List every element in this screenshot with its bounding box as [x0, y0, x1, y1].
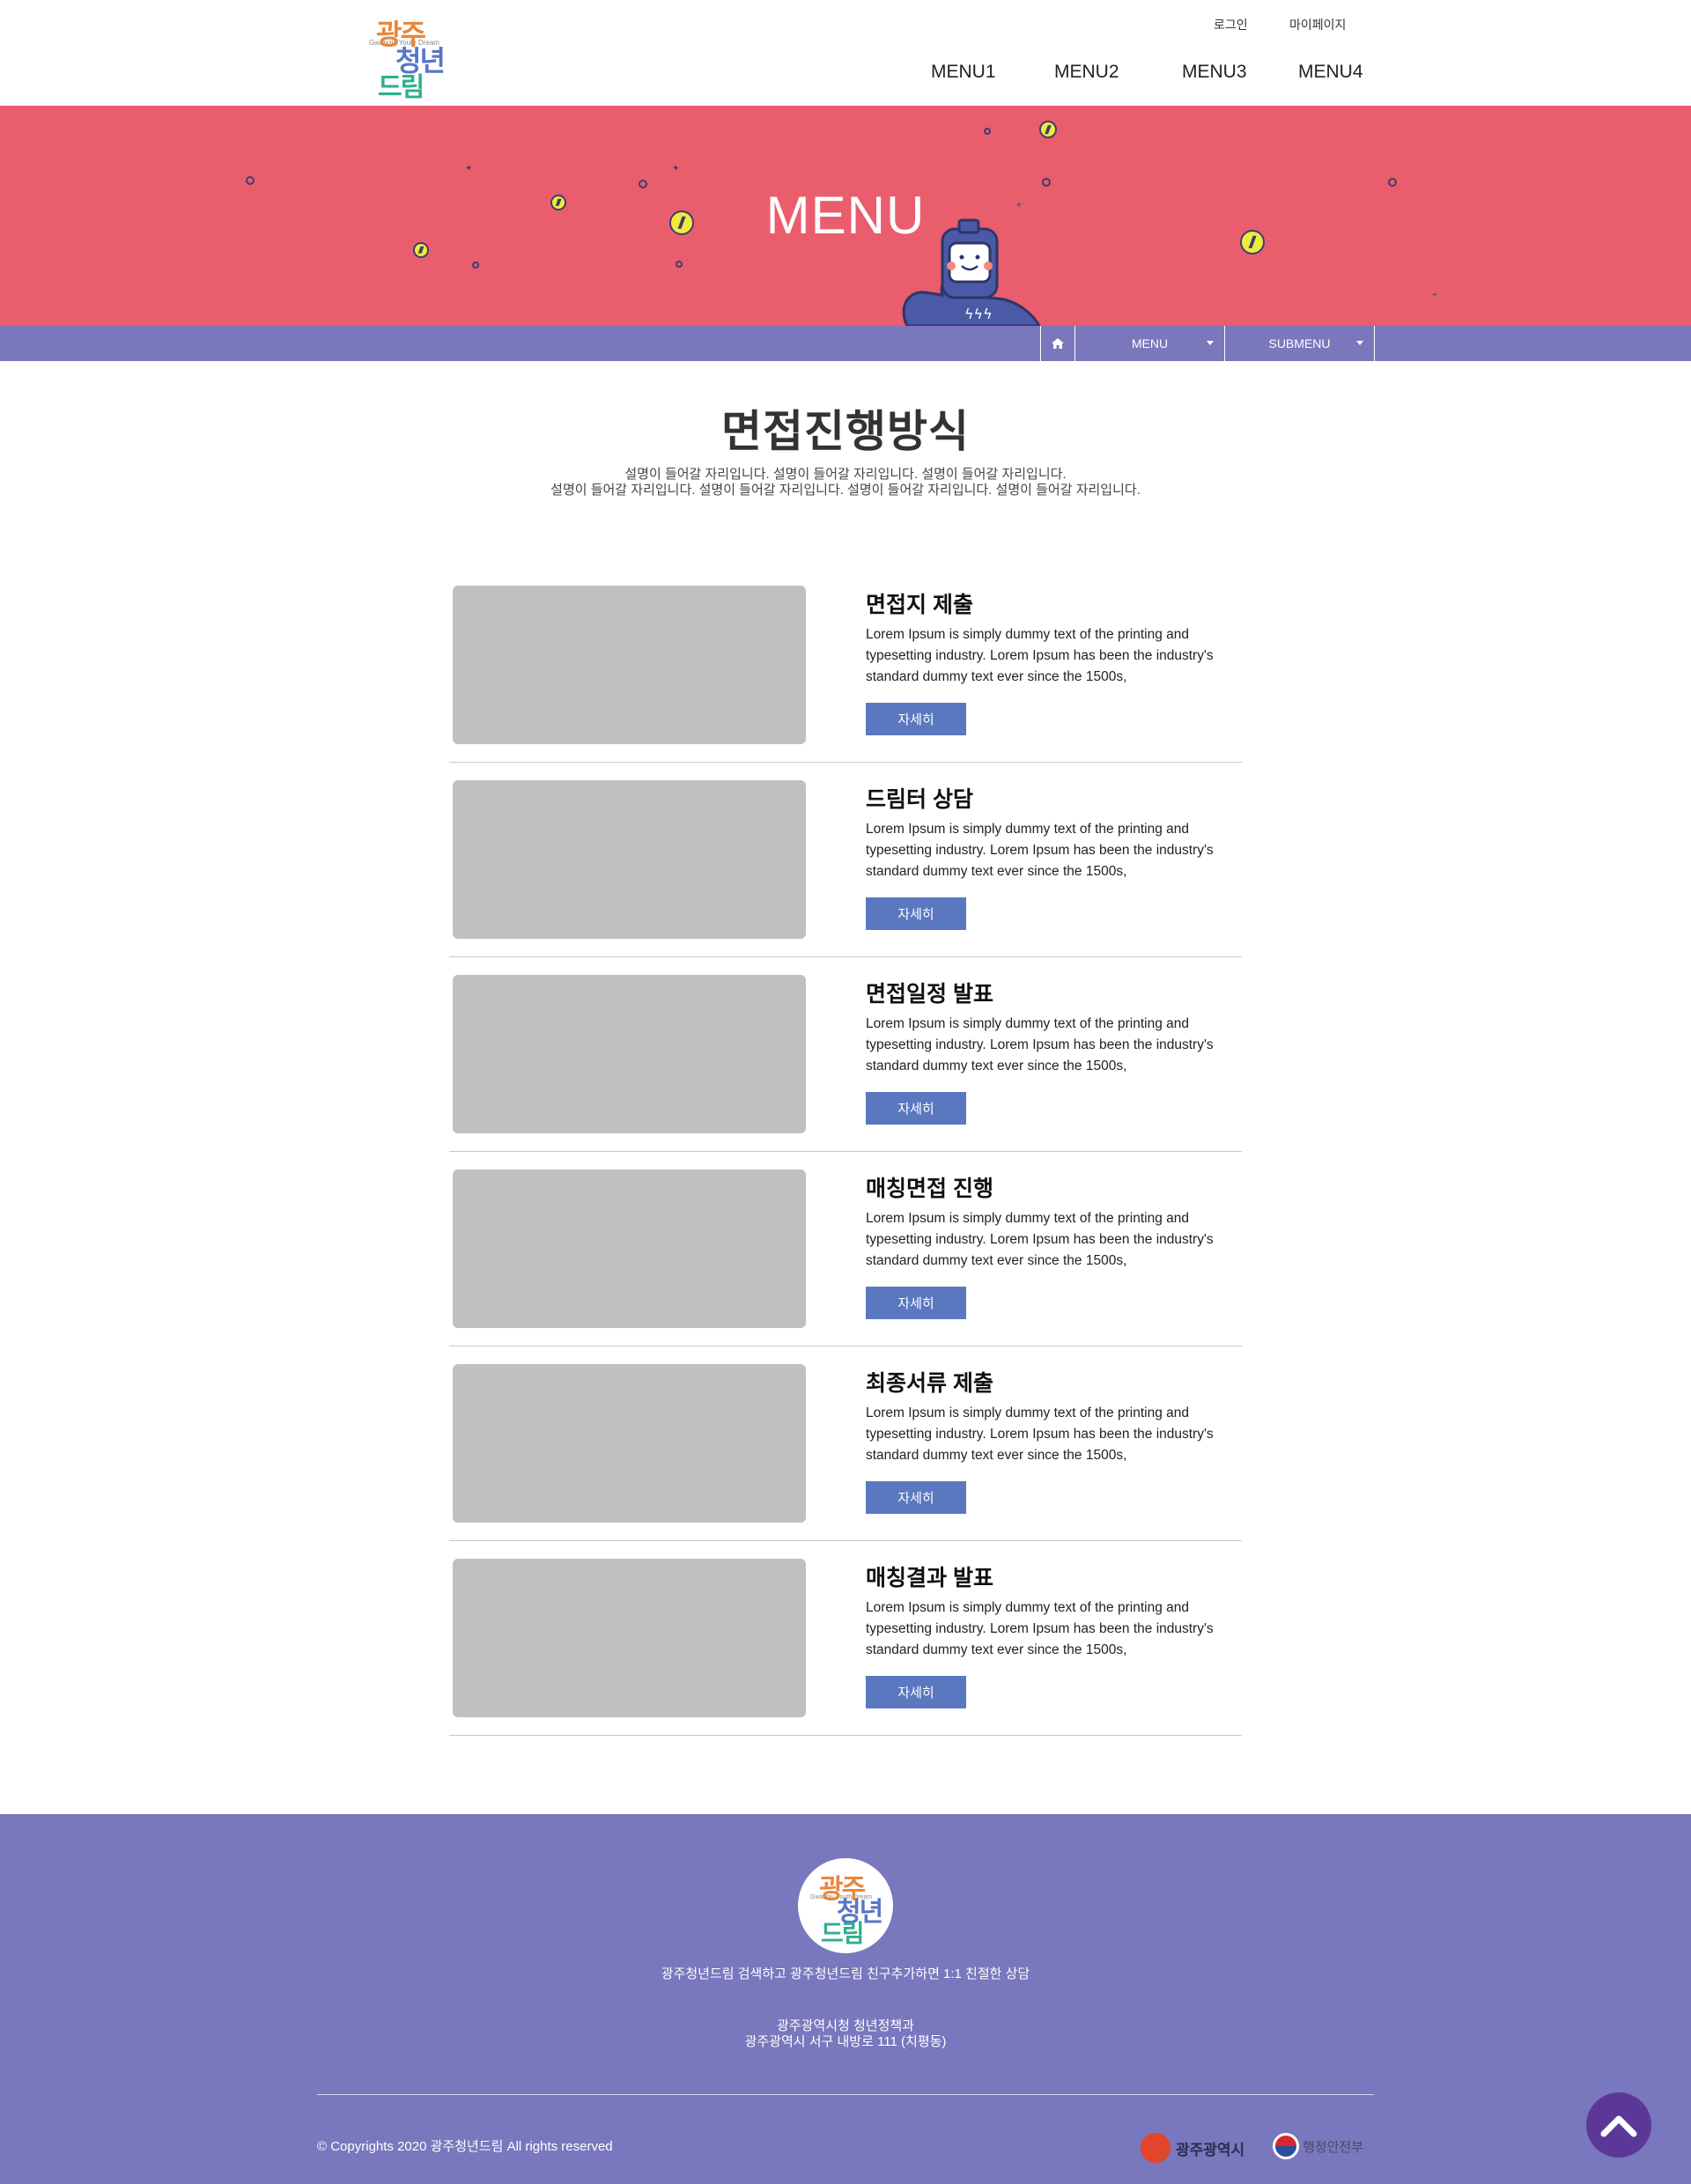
detail-button[interactable]: 자세히	[866, 897, 966, 930]
footer-divider	[317, 2094, 1374, 2095]
star-decoration: ✦	[672, 164, 680, 173]
step-list: 면접지 제출 Lorem Ipsum is simply dummy text …	[449, 568, 1242, 1736]
step-title: 매칭면접 진행	[866, 1177, 993, 1201]
page-description-line: 설명이 들어갈 자리입니다. 설명이 들어갈 자리입니다. 설명이 들어갈 자리…	[550, 483, 1141, 498]
step-item: 매칭면접 진행 Lorem Ipsum is simply dummy text…	[449, 1152, 1242, 1347]
footer-logo-line-3: 드림	[821, 1920, 865, 1947]
step-image	[453, 1559, 806, 1717]
footer-org: 광주광역시청 청년정책과	[777, 2018, 914, 2033]
menu-select[interactable]: MENU	[1075, 326, 1225, 361]
page-title: 면접진행방식	[721, 407, 970, 456]
nav-menu4[interactable]: MENU4	[1298, 62, 1363, 83]
step-item: 면접지 제출 Lorem Ipsum is simply dummy text …	[449, 568, 1242, 763]
step-item: 최종서류 제출 Lorem Ipsum is simply dummy text…	[449, 1347, 1242, 1541]
footer-logo: Gwangju Youth Dream 광주 청년 드림	[798, 1858, 893, 1953]
scroll-top-button[interactable]	[1586, 2092, 1651, 2158]
chevron-up-icon	[1600, 2115, 1637, 2137]
gwangju-city-label: 광주광역시	[1176, 2141, 1245, 2158]
step-image	[453, 975, 806, 1133]
copyright: © Copyrights 2020 광주청년드림 All rights rese…	[317, 2139, 613, 2154]
caret-down-icon	[1207, 341, 1214, 345]
step-text: Lorem Ipsum is simply dummy text of the …	[866, 1600, 1214, 1657]
star-decoration: +	[1432, 291, 1437, 300]
step-item: 면접일정 발표 Lorem Ipsum is simply dummy text…	[449, 957, 1242, 1152]
gwangju-city-link[interactable]: 광주광역시	[1141, 2133, 1244, 2163]
nav-menu1[interactable]: MENU1	[931, 62, 996, 83]
step-text: Lorem Ipsum is simply dummy text of the …	[866, 1016, 1214, 1074]
submenu-select-label: SUBMENU	[1268, 336, 1331, 350]
hero-title: MENU	[765, 186, 926, 245]
logo-line-3: 드림	[378, 73, 425, 102]
step-text: Lorem Ipsum is simply dummy text of the …	[866, 627, 1214, 684]
footer-contact: 광주청년드림 검색하고 광주청년드림 친구추가하면 1:1 친절한 상담	[661, 1966, 1030, 1981]
step-image	[453, 586, 806, 744]
bolt-icon	[1039, 121, 1057, 138]
mois-emblem-icon	[1273, 2133, 1299, 2159]
step-title: 최종서류 제출	[866, 1371, 993, 1396]
login-link[interactable]: 로그인	[1214, 16, 1248, 33]
site-header: Gwangju Youth Dream 광주 청년 드림 로그인 마이페이지 M…	[0, 0, 1691, 106]
svg-text:ϟϟϟ: ϟϟϟ	[964, 306, 993, 322]
submenu-select[interactable]: SUBMENU	[1225, 326, 1375, 361]
circle-decoration	[676, 261, 683, 268]
home-button[interactable]	[1040, 326, 1075, 361]
page-description: 설명이 들어갈 자리입니다. 설명이 들어갈 자리입니다. 설명이 들어갈 자리…	[0, 467, 1691, 498]
mypage-link[interactable]: 마이페이지	[1289, 16, 1346, 33]
detail-button[interactable]: 자세히	[866, 703, 966, 735]
step-title: 면접일정 발표	[866, 982, 993, 1007]
site-logo[interactable]: Gwangju Youth Dream 광주 청년 드림	[366, 9, 446, 102]
nav-menu3[interactable]: MENU3	[1182, 62, 1247, 83]
mois-link[interactable]: 행정안전부	[1273, 2133, 1363, 2159]
step-title: 매칭결과 발표	[866, 1566, 993, 1590]
circle-decoration	[984, 128, 991, 135]
home-icon	[1052, 338, 1064, 349]
footer-address: 광주광역시 서구 내방로 111 (치평동)	[744, 2034, 947, 2049]
hero-banner: ✦ ✦ + + MENU ϟϟϟ	[0, 106, 1691, 326]
step-image	[453, 1364, 806, 1523]
circle-decoration	[472, 262, 479, 269]
gwangju-emblem-icon	[1141, 2133, 1170, 2163]
step-item: 매칭결과 발표 Lorem Ipsum is simply dummy text…	[449, 1541, 1242, 1736]
step-text: Lorem Ipsum is simply dummy text of the …	[866, 1211, 1214, 1268]
location-bar: MENU SUBMENU	[0, 326, 1691, 361]
step-item: 드림터 상담 Lorem Ipsum is simply dummy text …	[449, 763, 1242, 957]
step-title: 면접지 제출	[866, 593, 973, 617]
mascot-illustration: ϟϟϟ	[902, 218, 1041, 326]
mois-label: 행정안전부	[1303, 2139, 1364, 2155]
detail-button[interactable]: 자세히	[866, 1481, 966, 1514]
caret-down-icon	[1356, 341, 1363, 345]
circle-decoration	[246, 176, 255, 185]
site-footer: Gwangju Youth Dream 광주 청년 드림 광주청년드림 검색하고…	[0, 1814, 1691, 2184]
detail-button[interactable]: 자세히	[866, 1287, 966, 1319]
detail-button[interactable]: 자세히	[866, 1092, 966, 1125]
detail-button[interactable]: 자세히	[866, 1676, 966, 1708]
page-description-line: 설명이 들어갈 자리입니다. 설명이 들어갈 자리입니다. 설명이 들어갈 자리…	[624, 467, 1067, 482]
menu-select-label: MENU	[1131, 336, 1169, 350]
step-image	[453, 780, 806, 939]
step-text: Lorem Ipsum is simply dummy text of the …	[866, 822, 1214, 879]
step-text: Lorem Ipsum is simply dummy text of the …	[866, 1406, 1214, 1463]
star-decoration: ✦	[465, 164, 473, 173]
step-image	[453, 1169, 806, 1328]
nav-menu2[interactable]: MENU2	[1054, 62, 1119, 83]
step-title: 드림터 상담	[866, 787, 973, 812]
